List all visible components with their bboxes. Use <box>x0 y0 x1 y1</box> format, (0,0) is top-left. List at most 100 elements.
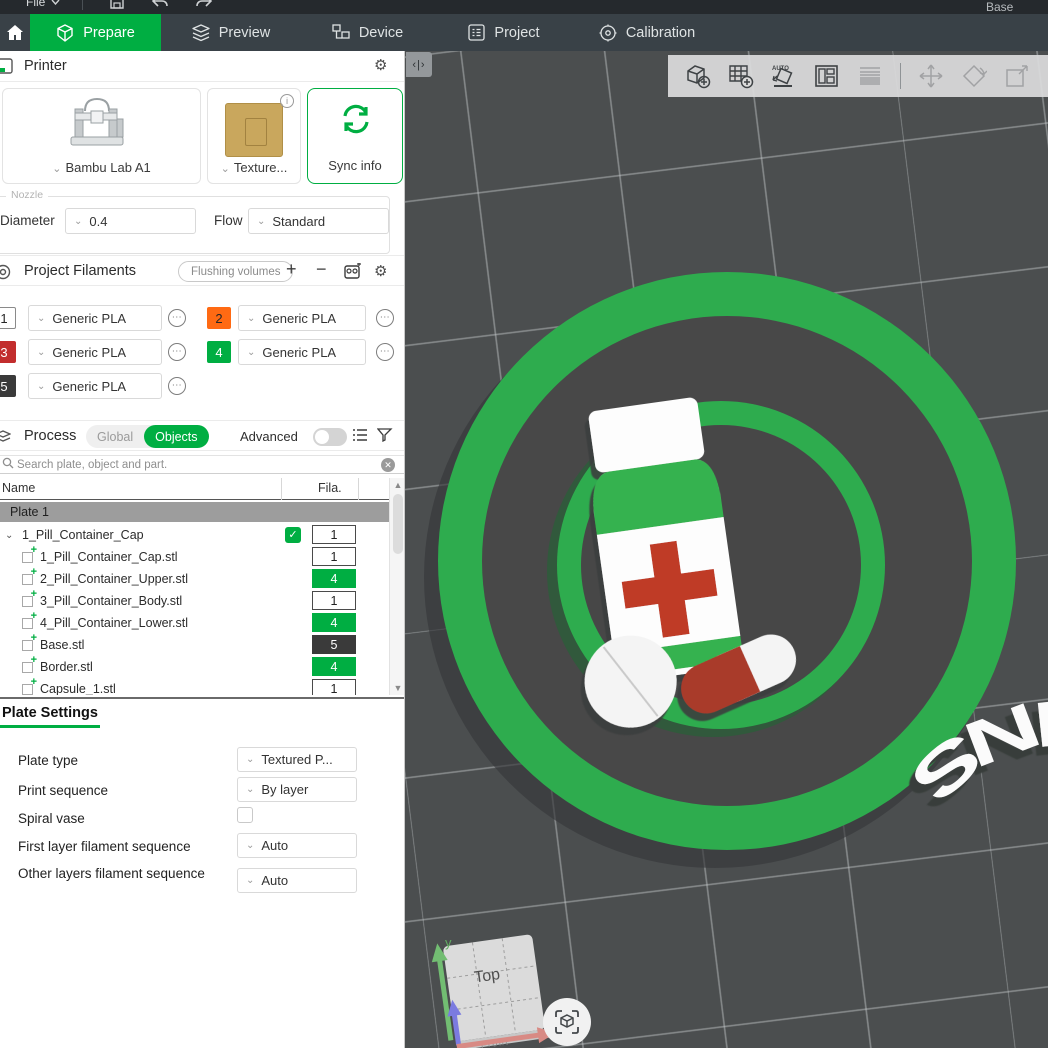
scale-tool-button[interactable] <box>1004 63 1030 89</box>
scroll-down-icon[interactable]: ▼ <box>390 683 405 693</box>
tab-preview[interactable]: Preview <box>161 14 301 51</box>
filament-assignment-chip[interactable]: 1 <box>312 591 356 610</box>
flushing-volumes-button[interactable]: Flushing volumes <box>178 261 293 282</box>
filament-assignment-chip[interactable]: 4 <box>312 613 356 632</box>
name-column-header[interactable]: Name <box>2 481 35 495</box>
sync-info-button[interactable]: Sync info <box>307 88 403 184</box>
first-layer-sequence-select[interactable]: ⌄Auto <box>237 833 357 858</box>
redo-button[interactable] <box>195 0 213 9</box>
other-layers-sequence-select[interactable]: ⌄Auto <box>237 868 357 893</box>
tab-device[interactable]: Device <box>301 14 434 51</box>
object-name[interactable]: 3_Pill_Container_Body.stl <box>40 594 182 608</box>
expand-chevron-icon[interactable]: ⌄ <box>5 530 15 541</box>
object-name[interactable]: 1_Pill_Container_Cap <box>22 528 144 542</box>
table-row[interactable]: Border.stl 4 <box>0 656 388 678</box>
scroll-up-icon[interactable]: ▲ <box>390 480 405 490</box>
filament-color-chip[interactable]: 4 <box>207 341 231 363</box>
ams-icon[interactable] <box>344 263 362 285</box>
spiral-vase-checkbox[interactable] <box>237 807 253 823</box>
viewport-toolbar: AUTO <box>668 55 1048 97</box>
printer-settings-gear-icon[interactable]: ⚙ <box>374 57 387 75</box>
main-tab-bar: Prepare Preview Device Project Calibrati… <box>0 14 1048 51</box>
filament-color-chip[interactable]: 2 <box>207 307 231 329</box>
reset-view-button[interactable] <box>543 998 591 1046</box>
object-name[interactable]: 2_Pill_Container_Upper.stl <box>40 572 188 586</box>
tab-prepare[interactable]: Prepare <box>30 14 161 51</box>
print-sequence-select[interactable]: ⌄ By layer <box>237 777 357 802</box>
filament-more-icon[interactable]: ⋯ <box>168 377 186 395</box>
table-row[interactable]: 4_Pill_Container_Lower.stl 4 <box>0 612 388 634</box>
table-row[interactable]: 3_Pill_Container_Body.stl 1 <box>0 590 388 612</box>
filter-params-icon[interactable] <box>377 428 393 447</box>
save-button[interactable] <box>109 0 125 10</box>
tab-calibration[interactable]: Calibration <box>574 14 720 51</box>
filament-settings-gear-icon[interactable]: ⚙ <box>374 263 387 281</box>
undo-button[interactable] <box>151 0 169 9</box>
object-name[interactable]: Base.stl <box>40 638 84 652</box>
add-object-button[interactable] <box>685 63 711 89</box>
filament-assignment-chip[interactable]: 5 <box>312 635 356 654</box>
scope-objects-option[interactable]: Objects <box>144 425 208 448</box>
table-scrollbar[interactable]: ▲ ▼ <box>389 478 405 695</box>
filament-type-dropdown[interactable]: ⌄Generic PLA <box>238 305 366 331</box>
filament-assignment-chip[interactable]: 1 <box>312 525 356 544</box>
filament-type-dropdown[interactable]: ⌄Generic PLA <box>238 339 366 365</box>
home-button[interactable] <box>0 14 30 51</box>
object-name[interactable]: Border.stl <box>40 660 93 674</box>
plate-card[interactable]: i ⌄Texture... <box>207 88 301 184</box>
flow-dropdown[interactable]: ⌄Standard <box>248 208 389 234</box>
filament-assignment-chip[interactable]: 1 <box>312 679 356 695</box>
table-row[interactable]: ⌄ 1_Pill_Container_Cap ✓ 1 <box>0 524 388 546</box>
filament-assignment-chip[interactable]: 4 <box>312 657 356 676</box>
tab-project-label: Project <box>494 25 539 41</box>
scrollbar-thumb[interactable] <box>393 494 403 554</box>
search-input[interactable] <box>17 459 381 471</box>
filament-type-dropdown[interactable]: ⌄Generic PLA <box>28 373 162 399</box>
list-view-icon[interactable] <box>352 428 368 447</box>
object-name[interactable]: 4_Pill_Container_Lower.stl <box>40 616 188 630</box>
model-vitamins-badge[interactable]: TOOK MY VITAMINS <box>405 216 1048 916</box>
remove-filament-button[interactable]: − <box>316 259 327 280</box>
filament-more-icon[interactable]: ⋯ <box>376 343 394 361</box>
chevron-down-icon: ⌄ <box>74 216 82 227</box>
filament-assignment-chip[interactable]: 4 <box>312 569 356 588</box>
move-tool-button[interactable] <box>918 63 944 89</box>
table-row[interactable]: 2_Pill_Container_Upper.stl 4 <box>0 568 388 590</box>
object-name[interactable]: 1_Pill_Container_Cap.stl <box>40 550 178 564</box>
diameter-dropdown[interactable]: ⌄0.4 <box>65 208 196 234</box>
filament-assignment-chip[interactable]: 1 <box>312 547 356 566</box>
table-row[interactable]: Base.stl 5 <box>0 634 388 656</box>
process-scope-segmented: Global Objects <box>86 425 209 448</box>
visibility-checkbox[interactable]: ✓ <box>285 527 301 543</box>
viewport-3d[interactable]: TOOK MY VITAMINS <box>405 51 1048 1048</box>
file-menu[interactable]: File <box>26 0 60 9</box>
tab-project[interactable]: Project <box>434 14 574 51</box>
split-to-objects-button[interactable] <box>814 63 840 89</box>
table-row[interactable]: 1_Pill_Container_Cap.stl 1 <box>0 546 388 568</box>
chevron-down-icon: ⌄ <box>246 784 254 795</box>
tab-calibration-label: Calibration <box>626 25 695 41</box>
info-icon[interactable]: i <box>280 94 294 108</box>
add-plate-button[interactable] <box>728 63 754 89</box>
printer-card[interactable]: ⌄Bambu Lab A1 <box>2 88 201 184</box>
plate-type-select[interactable]: ⌄Textured P... <box>237 747 357 772</box>
auto-arrange-button[interactable]: AUTO <box>771 63 797 89</box>
plate-settings-title[interactable]: Plate Settings <box>2 705 98 721</box>
plate-group-row[interactable]: Plate 1 <box>0 502 405 522</box>
filament-color-chip[interactable]: 5 <box>0 375 16 397</box>
plate-type-dropdown[interactable]: ⌄Texture... <box>208 160 300 175</box>
panel-collapse-handle[interactable]: ‹|› <box>406 52 432 77</box>
fila-column-header[interactable]: Fila. <box>318 481 342 495</box>
rotate-tool-button[interactable] <box>961 63 987 89</box>
add-filament-button[interactable]: + <box>286 259 297 280</box>
printer-name-dropdown[interactable]: ⌄Bambu Lab A1 <box>3 160 200 175</box>
scope-global-option[interactable]: Global <box>86 430 144 444</box>
variable-layer-height-button[interactable] <box>857 63 883 89</box>
print-sequence-value: By layer <box>261 782 308 797</box>
object-name[interactable]: Capsule_1.stl <box>40 682 116 695</box>
filament-more-icon[interactable]: ⋯ <box>376 309 394 327</box>
search-clear-icon[interactable]: ✕ <box>381 458 395 472</box>
project-name-label[interactable]: Base <box>986 0 1013 14</box>
advanced-toggle[interactable] <box>313 428 347 446</box>
table-row[interactable]: Capsule_1.stl 1 <box>0 678 388 695</box>
